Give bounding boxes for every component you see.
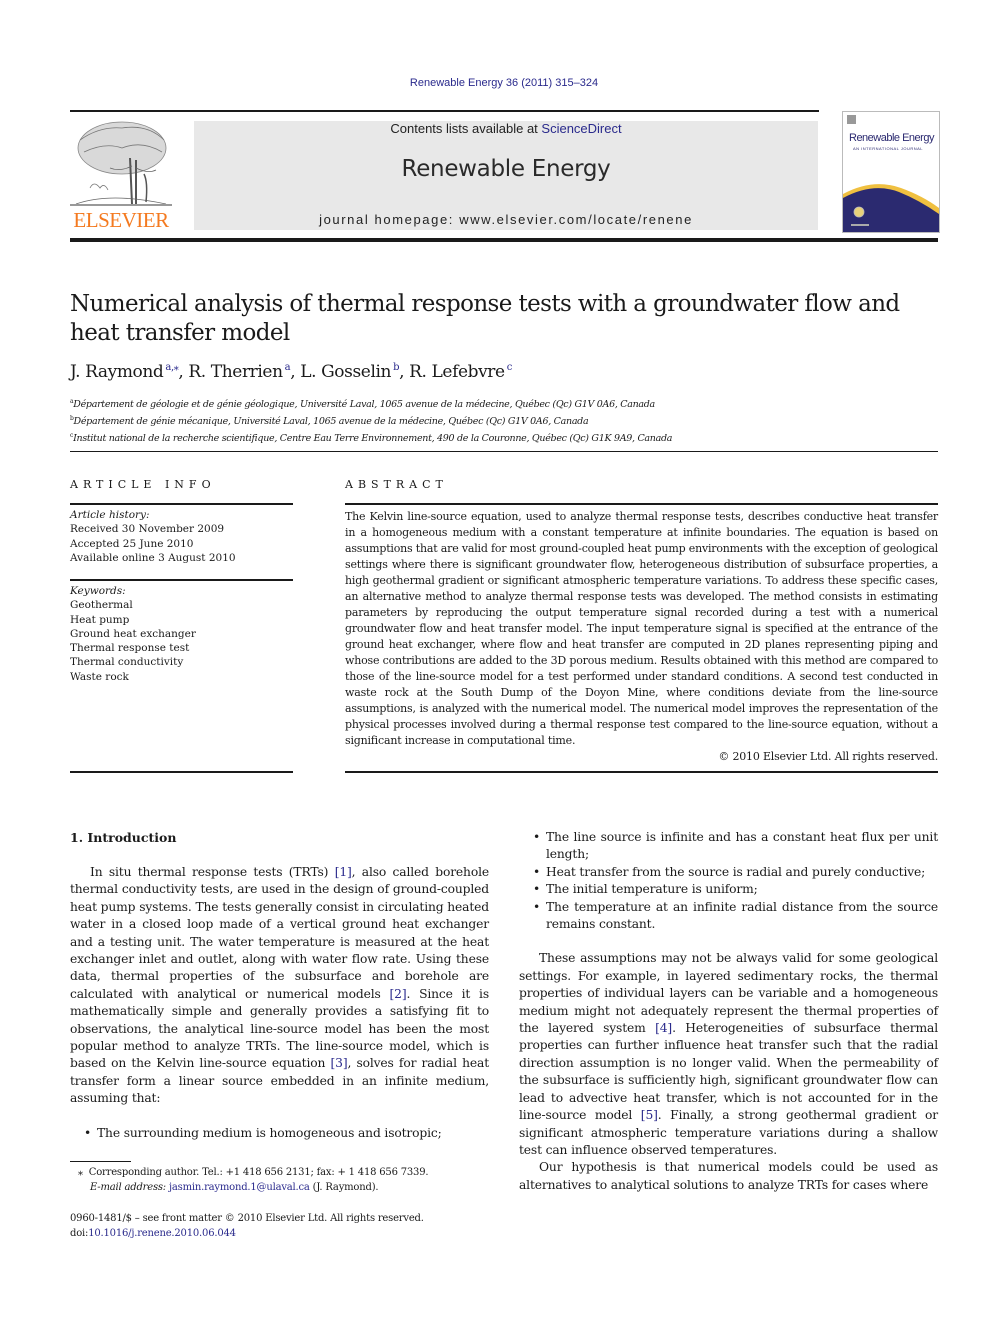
author[interactable]: R. Lefebvre c [409, 362, 512, 382]
contents-prefix: Contents lists available at [390, 121, 542, 136]
keyword: Waste rock [70, 670, 129, 683]
affiliations-rule [70, 451, 938, 452]
journal-cover-thumbnail[interactable]: Renewable Energy AN INTERNATIONAL JOURNA… [842, 111, 940, 233]
footnotes: ⁎ Corresponding author. Tel.: +1 418 656… [70, 1165, 500, 1195]
assumption-list: • The line source is infinite and has a c… [519, 829, 938, 933]
sciencedirect-link[interactable]: ScienceDirect [541, 121, 621, 136]
abstract-rule [345, 503, 938, 505]
footnote-rule [70, 1161, 131, 1162]
citation-link[interactable]: [3] [331, 1056, 348, 1070]
assumption-item: • The temperature at an infinite radial d… [533, 899, 938, 932]
section-heading-introduction: 1. Introduction [70, 830, 177, 845]
online-date: Available online 3 August 2010 [70, 551, 236, 564]
citation-link[interactable]: [2] [390, 987, 407, 1001]
assumption-list: • The surrounding medium is homogeneous a… [70, 1125, 489, 1142]
email-link[interactable]: jasmin.raymond.1@ulaval.ca [169, 1182, 310, 1193]
author[interactable]: L. Gosselin b, [300, 362, 409, 382]
abstract-bottom-rule [345, 771, 938, 773]
affiliation: bDépartement de génie mécanique, Univers… [70, 415, 589, 427]
affiliation-marker[interactable]: a,⁎ [165, 362, 178, 373]
history-rule [70, 579, 293, 581]
accepted-date: Accepted 25 June 2010 [70, 537, 194, 550]
tree-icon [70, 121, 172, 206]
article-title: Numerical analysis of thermal response t… [70, 291, 900, 346]
corresponding-author-note: ⁎ Corresponding author. Tel.: +1 418 656… [78, 1167, 429, 1178]
issn-line: 0960-1481/$ – see front matter © 2010 El… [70, 1213, 424, 1224]
history-label: Article history: [70, 509, 150, 521]
intro-paragraph: In situ thermal response tests (TRTs) [1… [70, 865, 489, 1106]
abstract-heading: ABSTRACT [345, 478, 448, 491]
elsevier-logo[interactable]: ELSEVIER [70, 118, 172, 233]
citation-link[interactable]: [4] [655, 1021, 672, 1035]
asterisk-icon: ⁎ [78, 1167, 83, 1178]
affiliation: cInstitut national de la recherche scien… [70, 432, 673, 444]
doi-link[interactable]: 10.1016/j.renene.2010.06.044 [88, 1228, 236, 1239]
abstract-body: The Kelvin line-source equation, used to… [345, 510, 938, 747]
citation-link[interactable]: [5] [641, 1108, 658, 1122]
keywords: Keywords: Geothermal Heat pump Ground he… [70, 584, 293, 684]
keywords-label: Keywords: [70, 585, 126, 597]
keyword: Heat pump [70, 613, 130, 626]
intro-paragraph: These assumptions may not be always vali… [519, 951, 938, 1157]
article-info-rule [70, 503, 293, 505]
abstract-copyright: © 2010 Elsevier Ltd. All rights reserved… [718, 750, 938, 763]
keyword: Ground heat exchanger [70, 627, 196, 640]
assumption-item: • The line source is infinite and has a c… [533, 830, 938, 862]
article-history: Article history: Received 30 November 20… [70, 508, 293, 565]
affiliation: aDépartement de géologie et de génie géo… [70, 398, 655, 410]
intro-left-column: In situ thermal response tests (TRTs) [1… [70, 864, 489, 1142]
contents-line: Contents lists available at ScienceDirec… [194, 121, 818, 136]
header-rule [70, 110, 819, 112]
bullet-icon: • [533, 899, 541, 914]
intro-paragraph: Our hypothesis is that numerical models … [519, 1160, 938, 1192]
cover-art-icon [843, 115, 939, 232]
article-info-bottom-rule [70, 771, 293, 773]
affiliation-marker[interactable]: c [507, 362, 513, 373]
cover-title: Renewable Energy [849, 132, 934, 144]
keyword: Thermal response test [70, 642, 190, 655]
citation-link[interactable]: [1] [335, 865, 352, 879]
affiliations: aDépartement de géologie et de génie géo… [70, 395, 672, 446]
assumption-item: • The initial temperature is uniform; [519, 881, 938, 898]
bullet-icon: • [533, 882, 541, 897]
author-list: J. Raymond a,⁎, R. Therrien a, L. Gosselin… [70, 362, 512, 382]
keyword: Geothermal [70, 599, 133, 612]
cover-subtitle: AN INTERNATIONAL JOURNAL [853, 146, 924, 151]
bullet-icon: • [533, 864, 541, 879]
journal-homepage: journal homepage: www.elsevier.com/locat… [194, 212, 818, 227]
homepage-label: journal homepage: [319, 212, 460, 227]
author[interactable]: R. Therrien a, [188, 362, 300, 382]
journal-citation[interactable]: Renewable Energy 36 (2011) 315–324 [0, 77, 992, 89]
journal-name: Renewable Energy [401, 156, 611, 182]
homepage-link[interactable]: www.elsevier.com/locate/renene [459, 212, 693, 227]
front-matter: 0960-1481/$ – see front matter © 2010 El… [70, 1212, 500, 1241]
keyword: Thermal conductivity [70, 656, 184, 669]
journal-masthead: Contents lists available at ScienceDirec… [194, 121, 818, 230]
received-date: Received 30 November 2009 [70, 523, 225, 536]
email-note: E-mail address: jasmin.raymond.1@ulaval.… [90, 1182, 379, 1193]
article-info-heading: ARTICLE INFO [70, 478, 216, 491]
assumption-item: • Heat transfer from the source is radial… [519, 864, 938, 881]
masthead-rule [70, 238, 938, 242]
intro-right-column: • The line source is infinite and has a c… [519, 829, 938, 1194]
bullet-icon: • [84, 1125, 92, 1140]
author[interactable]: J. Raymond a,⁎, [70, 362, 188, 382]
abstract: The Kelvin line-source equation, used to… [345, 509, 938, 765]
assumption-item: • The surrounding medium is homogeneous a… [70, 1125, 489, 1142]
doi-line: doi:10.1016/j.renene.2010.06.044 [70, 1227, 236, 1239]
elsevier-wordmark: ELSEVIER [73, 208, 169, 232]
bullet-icon: • [533, 830, 541, 844]
